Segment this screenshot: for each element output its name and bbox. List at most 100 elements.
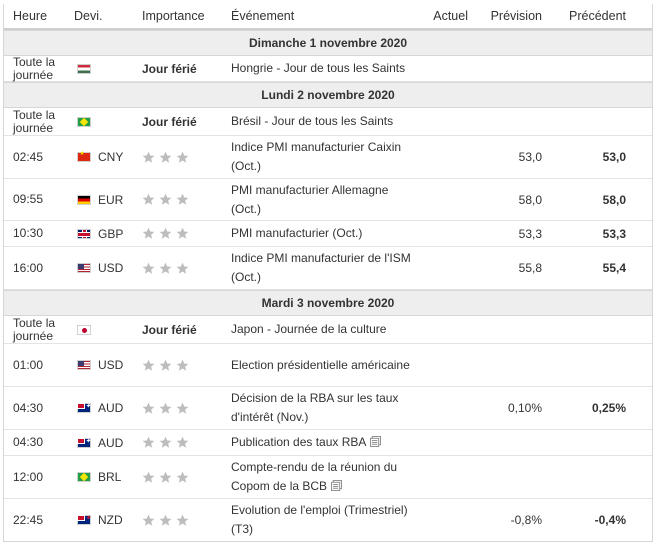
event-forecast: 53,0 (518, 150, 542, 164)
event-forecast: 53,3 (518, 226, 542, 241)
day-header: Mardi 3 novembre 2020 (4, 290, 652, 316)
event-name[interactable]: Décision de la RBA sur les taux d'intérê… (224, 389, 418, 427)
event-row[interactable]: Toute la journée Jour férié Hongrie - Jo… (4, 55, 652, 82)
event-row[interactable]: 04:30 AUD Décision de la RBA sur les tau… (4, 387, 652, 430)
star-icon (176, 151, 189, 163)
currency-cell: GBP (68, 227, 135, 241)
star-icon (176, 514, 189, 526)
event-row[interactable]: 04:30 AUD Publication des taux RBA (4, 430, 652, 456)
event-time: Toute la journée (13, 315, 56, 343)
importance-holiday: Jour férié (142, 322, 197, 337)
document-icon[interactable] (331, 480, 343, 491)
event-row[interactable]: Toute la journée Jour férié Japon - Jour… (4, 316, 652, 344)
event-row[interactable]: 12:00 BRL Compte-rendu de la réunion du … (4, 456, 652, 499)
star-icon (142, 436, 155, 448)
event-time: 02:45 (13, 149, 44, 164)
star-icon (142, 227, 155, 239)
event-name[interactable]: Publication des taux RBA (231, 435, 366, 449)
event-time: 12:00 (13, 469, 44, 484)
header-forecast[interactable]: Prévision (468, 9, 542, 23)
star-icon (159, 227, 172, 239)
star-icon (142, 359, 155, 371)
header-actual[interactable]: Actuel (418, 9, 468, 23)
event-row[interactable]: Toute la journée Jour férié Brésil - Jou… (4, 108, 652, 136)
currency-cell: AUD (68, 436, 135, 450)
event-name[interactable]: Hongrie - Jour de tous les Saints (224, 59, 418, 78)
importance-stars (135, 227, 224, 240)
gb-flag-icon (77, 228, 91, 239)
jp-flag-icon (77, 324, 91, 335)
nz-flag-icon (77, 514, 91, 525)
star-icon (176, 359, 189, 371)
event-previous: 0,25% (591, 401, 626, 415)
table-header: Heure Devi. Importance Événement Actuel … (4, 4, 652, 30)
header-currency[interactable]: Devi. (68, 9, 135, 23)
importance-stars (135, 514, 224, 527)
event-previous: 53,0 (602, 150, 626, 164)
event-name[interactable]: PMI manufacturier (Oct.) (224, 224, 418, 243)
event-row[interactable]: 16:00 USD Indice PMI manufacturier de l'… (4, 247, 652, 290)
de-flag-icon (77, 194, 91, 205)
header-importance[interactable]: Importance (135, 9, 224, 23)
event-time: 09:55 (13, 192, 44, 206)
importance-stars (135, 402, 224, 415)
event-name[interactable]: PMI manufacturier Allemagne (Oct.) (224, 181, 418, 219)
event-name-cell[interactable]: Compte-rendu de la réunion du Copom de l… (224, 458, 418, 496)
br-flag-icon (77, 472, 91, 482)
event-row[interactable]: 10:30 GBP PMI manufacturier (Oct.) 53,3 … (4, 221, 652, 247)
currency-cell: USD (68, 261, 135, 275)
importance-stars (135, 359, 224, 372)
star-icon (142, 514, 155, 526)
event-name[interactable]: Indice PMI manufacturier de l'ISM (Oct.) (224, 249, 418, 287)
star-icon (159, 151, 172, 163)
event-previous: -0,4% (594, 513, 626, 527)
currency-cell (68, 324, 135, 335)
event-name[interactable]: Brésil - Jour de tous les Saints (224, 112, 418, 131)
currency-cell (68, 116, 135, 127)
currency-code: CNY (98, 150, 124, 164)
star-icon (159, 402, 172, 414)
currency-cell: AUD (68, 401, 135, 415)
importance-stars (135, 471, 224, 484)
event-row[interactable]: 02:45 CNY Indice PMI manufacturier Caixi… (4, 136, 652, 179)
event-row[interactable]: 01:00 USD Election présidentielle améric… (4, 344, 652, 387)
currency-cell: CNY (68, 150, 135, 164)
star-icon (142, 151, 155, 163)
event-name-cell[interactable]: Publication des taux RBA (224, 433, 418, 452)
day-header: Dimanche 1 novembre 2020 (4, 30, 652, 56)
star-icon (159, 436, 172, 448)
currency-code: EUR (98, 192, 124, 207)
event-row[interactable]: 22:45 NZD Evolution de l'emploi (Trimest… (4, 499, 652, 541)
importance-stars (135, 151, 224, 164)
star-icon (159, 359, 172, 371)
cn-flag-icon (77, 150, 91, 162)
importance-holiday: Jour férié (142, 61, 197, 76)
event-name[interactable]: Election présidentielle américaine (224, 356, 418, 375)
star-icon (159, 471, 172, 483)
star-icon (176, 262, 189, 274)
document-icon[interactable] (370, 436, 382, 447)
us-flag-icon (77, 360, 91, 370)
currency-code: GBP (98, 226, 124, 241)
header-previous[interactable]: Précédent (542, 9, 626, 23)
event-time: 04:30 (13, 435, 44, 449)
header-event[interactable]: Événement (224, 9, 418, 23)
importance-stars (135, 436, 224, 449)
star-icon (176, 436, 189, 448)
event-forecast: 55,8 (518, 261, 542, 275)
event-name[interactable]: Indice PMI manufacturier Caixin (Oct.) (224, 138, 418, 176)
event-name[interactable]: Evolution de l'emploi (Trimestriel) (T3) (224, 501, 418, 539)
event-forecast: 0,10% (507, 401, 542, 415)
br-flag-icon (77, 116, 91, 127)
event-previous: 58,0 (602, 192, 626, 207)
header-time[interactable]: Heure (4, 9, 68, 23)
currency-code: BRL (98, 470, 122, 484)
event-name[interactable]: Japon - Journée de la culture (224, 320, 418, 339)
event-time: 10:30 (13, 226, 44, 240)
star-icon (159, 193, 172, 205)
event-row[interactable]: 09:55 EUR PMI manufacturier Allemagne (O… (4, 179, 652, 221)
event-name[interactable]: Compte-rendu de la réunion du Copom de l… (231, 460, 397, 493)
hu-flag-icon (77, 63, 91, 74)
currency-code: NZD (98, 513, 123, 527)
currency-cell: USD (68, 358, 135, 372)
